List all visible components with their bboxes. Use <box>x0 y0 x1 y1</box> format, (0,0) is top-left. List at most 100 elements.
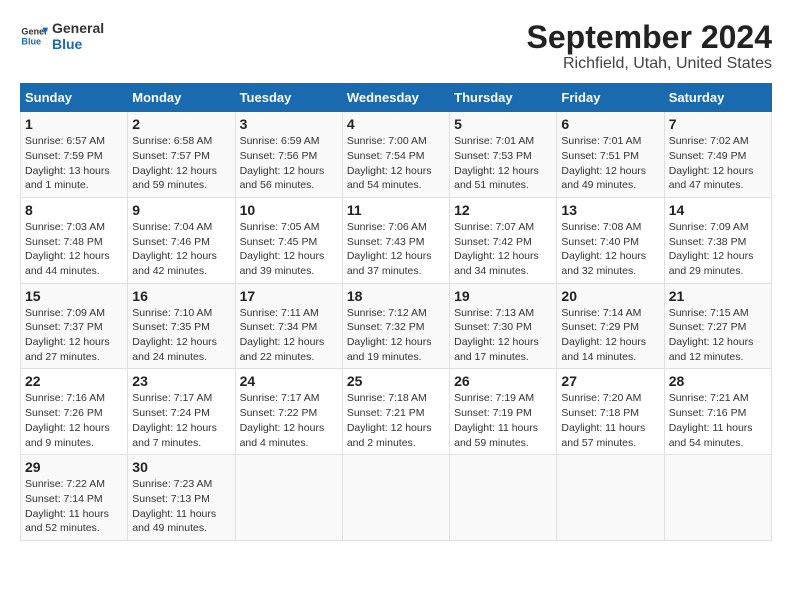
calendar-cell: 22 Sunrise: 7:16 AM Sunset: 7:26 PM Dayli… <box>21 369 128 455</box>
header: General Blue General Blue September 2024… <box>20 20 772 73</box>
day-number: 15 <box>25 288 123 304</box>
day-info: Sunrise: 7:21 AM Sunset: 7:16 PM Dayligh… <box>669 391 767 450</box>
calendar-cell: 11 Sunrise: 7:06 AM Sunset: 7:43 PM Dayli… <box>342 197 449 283</box>
calendar-cell: 2Sunrise: 6:58 AM Sunset: 7:57 PM Daylig… <box>128 112 235 198</box>
day-number: 8 <box>25 202 123 218</box>
day-number: 10 <box>240 202 338 218</box>
weekday-header-sunday: Sunday <box>21 84 128 112</box>
calendar-cell: 8 Sunrise: 7:03 AM Sunset: 7:48 PM Daylig… <box>21 197 128 283</box>
calendar-cell: 27Sunrise: 7:20 AM Sunset: 7:18 PM Dayli… <box>557 369 664 455</box>
day-number: 2 <box>132 116 230 132</box>
day-number: 19 <box>454 288 552 304</box>
day-info: Sunrise: 6:59 AM Sunset: 7:56 PM Dayligh… <box>240 134 338 193</box>
logo-blue: Blue <box>52 36 104 52</box>
calendar-cell: 25Sunrise: 7:18 AM Sunset: 7:21 PM Dayli… <box>342 369 449 455</box>
calendar-cell: 6 Sunrise: 7:01 AM Sunset: 7:51 PM Daylig… <box>557 112 664 198</box>
day-number: 5 <box>454 116 552 132</box>
day-info: Sunrise: 7:20 AM Sunset: 7:18 PM Dayligh… <box>561 391 659 450</box>
day-number: 17 <box>240 288 338 304</box>
week-row-3: 15Sunrise: 7:09 AM Sunset: 7:37 PM Dayli… <box>21 283 772 369</box>
calendar-cell: 15Sunrise: 7:09 AM Sunset: 7:37 PM Dayli… <box>21 283 128 369</box>
calendar-title: September 2024 <box>527 20 772 55</box>
day-info: Sunrise: 7:14 AM Sunset: 7:29 PM Dayligh… <box>561 306 659 365</box>
day-number: 13 <box>561 202 659 218</box>
day-info: Sunrise: 7:03 AM Sunset: 7:48 PM Dayligh… <box>25 220 123 279</box>
calendar-subtitle: Richfield, Utah, United States <box>527 55 772 73</box>
calendar-table: SundayMondayTuesdayWednesdayThursdayFrid… <box>20 83 772 541</box>
day-number: 14 <box>669 202 767 218</box>
day-number: 30 <box>132 459 230 475</box>
day-info: Sunrise: 7:07 AM Sunset: 7:42 PM Dayligh… <box>454 220 552 279</box>
day-number: 18 <box>347 288 445 304</box>
day-info: Sunrise: 7:22 AM Sunset: 7:14 PM Dayligh… <box>25 477 123 536</box>
calendar-cell <box>664 455 771 541</box>
weekday-header-tuesday: Tuesday <box>235 84 342 112</box>
calendar-cell: 4Sunrise: 7:00 AM Sunset: 7:54 PM Daylig… <box>342 112 449 198</box>
day-number: 22 <box>25 373 123 389</box>
calendar-cell: 23 Sunrise: 7:17 AM Sunset: 7:24 PM Dayli… <box>128 369 235 455</box>
weekday-header-saturday: Saturday <box>664 84 771 112</box>
logo: General Blue General Blue <box>20 20 104 52</box>
day-info: Sunrise: 7:06 AM Sunset: 7:43 PM Dayligh… <box>347 220 445 279</box>
weekday-header-thursday: Thursday <box>450 84 557 112</box>
calendar-cell: 5 Sunrise: 7:01 AM Sunset: 7:53 PM Daylig… <box>450 112 557 198</box>
day-number: 11 <box>347 202 445 218</box>
day-number: 29 <box>25 459 123 475</box>
weekday-header-friday: Friday <box>557 84 664 112</box>
calendar-cell: 18 Sunrise: 7:12 AM Sunset: 7:32 PM Dayli… <box>342 283 449 369</box>
calendar-cell: 19 Sunrise: 7:13 AM Sunset: 7:30 PM Dayli… <box>450 283 557 369</box>
calendar-cell: 17Sunrise: 7:11 AM Sunset: 7:34 PM Dayli… <box>235 283 342 369</box>
calendar-cell: 10 Sunrise: 7:05 AM Sunset: 7:45 PM Dayli… <box>235 197 342 283</box>
week-row-4: 22 Sunrise: 7:16 AM Sunset: 7:26 PM Dayli… <box>21 369 772 455</box>
day-number: 21 <box>669 288 767 304</box>
day-info: Sunrise: 7:00 AM Sunset: 7:54 PM Dayligh… <box>347 134 445 193</box>
day-info: Sunrise: 7:10 AM Sunset: 7:35 PM Dayligh… <box>132 306 230 365</box>
title-area: September 2024 Richfield, Utah, United S… <box>527 20 772 73</box>
day-number: 25 <box>347 373 445 389</box>
day-info: Sunrise: 7:13 AM Sunset: 7:30 PM Dayligh… <box>454 306 552 365</box>
day-info: Sunrise: 7:17 AM Sunset: 7:22 PM Dayligh… <box>240 391 338 450</box>
calendar-cell <box>342 455 449 541</box>
logo-general: General <box>52 20 104 36</box>
calendar-cell: 12 Sunrise: 7:07 AM Sunset: 7:42 PM Dayli… <box>450 197 557 283</box>
day-number: 7 <box>669 116 767 132</box>
day-number: 28 <box>669 373 767 389</box>
calendar-cell: 9Sunrise: 7:04 AM Sunset: 7:46 PM Daylig… <box>128 197 235 283</box>
week-row-1: 1Sunrise: 6:57 AM Sunset: 7:59 PM Daylig… <box>21 112 772 198</box>
calendar-cell: 14Sunrise: 7:09 AM Sunset: 7:38 PM Dayli… <box>664 197 771 283</box>
day-info: Sunrise: 7:19 AM Sunset: 7:19 PM Dayligh… <box>454 391 552 450</box>
weekday-header-wednesday: Wednesday <box>342 84 449 112</box>
logo-icon: General Blue <box>20 22 48 50</box>
week-row-2: 8 Sunrise: 7:03 AM Sunset: 7:48 PM Daylig… <box>21 197 772 283</box>
day-number: 6 <box>561 116 659 132</box>
day-info: Sunrise: 7:23 AM Sunset: 7:13 PM Dayligh… <box>132 477 230 536</box>
calendar-cell: 3Sunrise: 6:59 AM Sunset: 7:56 PM Daylig… <box>235 112 342 198</box>
calendar-cell: 30 Sunrise: 7:23 AM Sunset: 7:13 PM Dayli… <box>128 455 235 541</box>
day-info: Sunrise: 7:16 AM Sunset: 7:26 PM Dayligh… <box>25 391 123 450</box>
day-info: Sunrise: 7:01 AM Sunset: 7:53 PM Dayligh… <box>454 134 552 193</box>
calendar-cell: 28 Sunrise: 7:21 AM Sunset: 7:16 PM Dayli… <box>664 369 771 455</box>
calendar-cell: 29 Sunrise: 7:22 AM Sunset: 7:14 PM Dayli… <box>21 455 128 541</box>
day-number: 23 <box>132 373 230 389</box>
calendar-cell: 26 Sunrise: 7:19 AM Sunset: 7:19 PM Dayli… <box>450 369 557 455</box>
weekday-header-row: SundayMondayTuesdayWednesdayThursdayFrid… <box>21 84 772 112</box>
day-number: 1 <box>25 116 123 132</box>
day-number: 16 <box>132 288 230 304</box>
day-info: Sunrise: 7:12 AM Sunset: 7:32 PM Dayligh… <box>347 306 445 365</box>
day-number: 26 <box>454 373 552 389</box>
calendar-cell: 20 Sunrise: 7:14 AM Sunset: 7:29 PM Dayli… <box>557 283 664 369</box>
calendar-cell: 16 Sunrise: 7:10 AM Sunset: 7:35 PM Dayli… <box>128 283 235 369</box>
day-info: Sunrise: 7:05 AM Sunset: 7:45 PM Dayligh… <box>240 220 338 279</box>
calendar-cell: 13Sunrise: 7:08 AM Sunset: 7:40 PM Dayli… <box>557 197 664 283</box>
day-number: 24 <box>240 373 338 389</box>
calendar-cell: 21 Sunrise: 7:15 AM Sunset: 7:27 PM Dayli… <box>664 283 771 369</box>
day-number: 9 <box>132 202 230 218</box>
calendar-cell <box>235 455 342 541</box>
day-info: Sunrise: 7:01 AM Sunset: 7:51 PM Dayligh… <box>561 134 659 193</box>
day-number: 20 <box>561 288 659 304</box>
calendar-cell: 24 Sunrise: 7:17 AM Sunset: 7:22 PM Dayli… <box>235 369 342 455</box>
day-info: Sunrise: 7:15 AM Sunset: 7:27 PM Dayligh… <box>669 306 767 365</box>
day-number: 12 <box>454 202 552 218</box>
day-info: Sunrise: 7:17 AM Sunset: 7:24 PM Dayligh… <box>132 391 230 450</box>
svg-text:Blue: Blue <box>21 36 41 46</box>
